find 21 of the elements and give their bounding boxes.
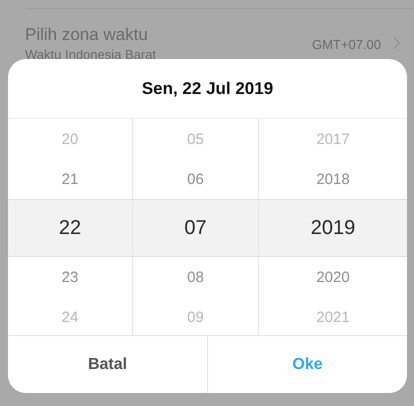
picker-value[interactable]: 20 xyxy=(8,119,132,159)
setting-subtitle: Waktu Indonesia Barat xyxy=(25,47,158,62)
setting-value: GMT+07.00 xyxy=(312,37,381,52)
setting-title: Pilih zona waktu xyxy=(25,25,149,45)
picker-value[interactable]: 21 xyxy=(8,159,132,199)
picker-value[interactable]: 22 xyxy=(8,199,132,257)
picker-value[interactable]: 07 xyxy=(133,199,258,257)
picker-value[interactable]: 08 xyxy=(133,257,258,297)
picker-value[interactable]: 05 xyxy=(133,119,258,159)
chevron-right-icon xyxy=(393,36,400,50)
picker-value[interactable]: 06 xyxy=(133,159,258,199)
picker-value[interactable]: 2018 xyxy=(259,159,407,199)
picker-value[interactable]: 23 xyxy=(8,257,132,297)
picker-value[interactable]: 2021 xyxy=(259,297,407,337)
picker-value[interactable]: 2020 xyxy=(259,257,407,297)
picker-value[interactable]: 24 xyxy=(8,297,132,337)
cancel-button[interactable]: Batal xyxy=(8,336,208,393)
picker-value[interactable]: 2017 xyxy=(259,119,407,159)
dialog-title: Sen, 22 Jul 2019 xyxy=(142,78,274,98)
picker-value[interactable]: 2019 xyxy=(259,199,407,257)
picker-value[interactable]: 09 xyxy=(133,297,258,337)
